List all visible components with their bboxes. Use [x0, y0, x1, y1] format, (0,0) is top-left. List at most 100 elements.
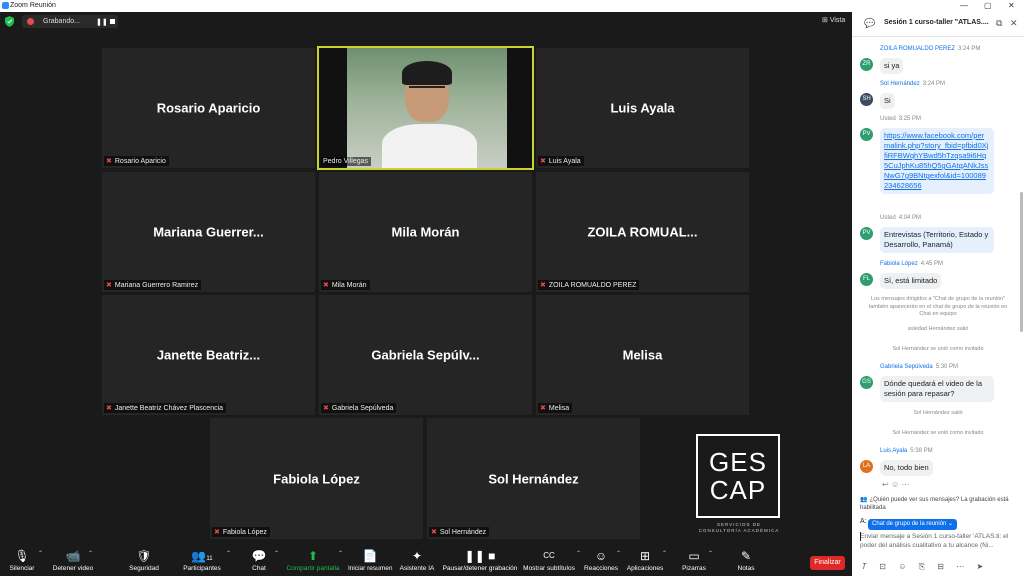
chevron-up-icon[interactable]: ⌃ — [708, 550, 713, 557]
send-icon[interactable]: ➤ — [976, 562, 983, 571]
participant-label: ✖ Gabriela Sepúlveda — [321, 403, 397, 413]
chevron-up-icon[interactable]: ⌃ — [338, 550, 343, 557]
chat-message: GS Gabriela Sepúlveda 5:30 PM Dónde queda… — [860, 364, 1010, 406]
stop-video-button[interactable]: 📹 Detener video ⌃ — [50, 544, 96, 572]
pause-recording-button[interactable]: ❚❚ — [96, 18, 108, 26]
participant-label: ✖ Mariana Guerrero Ramirez — [104, 280, 202, 290]
privacy-notice[interactable]: 👥 ¿Quién puede ver sus mensajes? La graba… — [860, 496, 1020, 512]
sparkle-icon: ✦ — [411, 549, 423, 563]
reply-icon[interactable]: ↩ — [882, 480, 889, 489]
apps-button[interactable]: ⊞ Aplicaciones ⌃ — [626, 544, 667, 572]
code-snippet-icon[interactable]: ⊡ — [879, 562, 886, 571]
chevron-up-icon[interactable]: ⌃ — [662, 550, 667, 557]
message-bubble: No, todo bien — [880, 460, 933, 476]
message-bubble: Sí, está limitado — [880, 273, 942, 289]
reactions-button[interactable]: ☺ Reacciones ⌃ — [584, 544, 621, 572]
file-icon[interactable]: ⎘ — [919, 562, 925, 571]
participant-tile[interactable]: Sol Hernández ✖ Sol Hernández — [427, 418, 640, 539]
participant-tile[interactable]: Luis Ayala ✖ Luis Ayala — [536, 48, 749, 168]
participant-tile[interactable]: Gabriela Sepúlv... ✖ Gabriela Sepúlveda — [319, 295, 532, 415]
stop-recording-button[interactable] — [110, 19, 115, 24]
notes-button[interactable]: ✎ Notas — [732, 544, 760, 572]
meeting-toolbar: 🎙 Silenciar ⌃ 📹 Detener video ⌃ 🛡 Seguridad 👥… — [0, 544, 852, 576]
recipient-label: A: — [860, 518, 867, 525]
system-notice: Sol Hernández se unió como invitado — [892, 346, 984, 352]
chat-button[interactable]: 💬 Chat ⌃ — [244, 544, 280, 572]
chat-scrollbar[interactable] — [1020, 192, 1023, 332]
apps-icon: ⊞ — [639, 549, 651, 563]
summary-icon: 📄 — [362, 549, 378, 563]
whiteboard-icon: ▭ — [688, 549, 700, 563]
participant-tile[interactable]: ZOILA ROMUAL... ✖ ZOILA ROMUALDO PEREZ — [536, 172, 749, 292]
minimize-button[interactable]: — — [960, 1, 968, 10]
chevron-up-icon[interactable]: ⌃ — [38, 550, 43, 557]
participants-button[interactable]: 👥11 Participantes ⌃ — [178, 544, 231, 572]
participant-label-text: Luis Ayala — [548, 158, 581, 165]
muted-mic-icon: ✖ — [106, 158, 112, 165]
chevron-up-icon[interactable]: ⌃ — [226, 550, 231, 557]
mute-button[interactable]: 🎙 Silenciar ⌃ — [4, 544, 44, 572]
maximize-button[interactable]: ▢ — [984, 1, 992, 10]
sender-name: Fabiola López — [880, 261, 918, 267]
security-shield-icon[interactable] — [5, 16, 14, 27]
view-button[interactable]: ⊞ Vista — [822, 16, 845, 24]
start-summary-button[interactable]: 📄 Iniciar resumen — [348, 544, 392, 572]
text-caret — [860, 532, 861, 541]
share-screen-button[interactable]: ⬆ Compartir pantalla ⌃ — [286, 544, 343, 572]
participant-tile[interactable]: Mariana Guerrer... ✖ Mariana Guerrero Ram… — [102, 172, 315, 292]
format-icon[interactable]: 𝑇 — [862, 562, 867, 571]
avatar: PV — [860, 227, 873, 240]
emoji-icon[interactable]: ☺ — [898, 562, 906, 571]
chevron-up-icon[interactable]: ⌃ — [616, 550, 621, 557]
participant-label: ✖ Fabiola López — [212, 527, 270, 537]
participant-tile[interactable]: Rosario Aparicio ✖ Rosario Aparicio — [102, 48, 315, 168]
close-window-button[interactable]: ✕ — [1008, 1, 1015, 10]
gescap-logo: GES CAP — [696, 434, 780, 518]
sender-line: Luis Ayala 5:38 PM — [880, 448, 933, 454]
participants-icon: 👥11 — [191, 549, 213, 563]
participant-tile[interactable]: Janette Beatriz... ✖ Janette Beatriz Cháv… — [102, 295, 315, 415]
message-link[interactable]: https://www.facebook.com/permalink.php?s… — [880, 128, 994, 194]
chat-input[interactable]: Enviar mensaje a Sesión 1 curso-taller '… — [860, 532, 1020, 554]
ai-assistant-button[interactable]: ✦ Asistente IA — [398, 544, 436, 572]
participant-tile-active-speaker[interactable]: Pedro Villegas — [317, 46, 534, 170]
chevron-up-icon[interactable]: ⌃ — [274, 550, 279, 557]
meeting-topbar: Grabando... ❚❚ ⊞ Vista — [0, 12, 852, 32]
notes-icon: ✎ — [740, 549, 752, 563]
popout-icon[interactable]: ⧉ — [996, 18, 1002, 29]
recording-indicator: Grabando... ❚❚ — [22, 15, 118, 28]
recipient-dropdown[interactable]: Chat de grupo de la reunión ⌄ — [868, 519, 958, 530]
security-button[interactable]: 🛡 Seguridad — [126, 544, 162, 572]
add-reaction-icon[interactable]: ☺ — [891, 480, 899, 489]
message-actions: ↩ ☺ ⋯ — [882, 480, 909, 489]
chevron-up-icon[interactable]: ⌃ — [576, 550, 581, 557]
participant-display-name: Fabiola López — [273, 471, 360, 486]
participant-label-text: Rosario Aparicio — [114, 158, 166, 165]
muted-mic-icon: ✖ — [323, 282, 329, 289]
captions-button[interactable]: CC Mostrar subtítulos ⌃ — [522, 544, 581, 572]
whiteboards-button[interactable]: ▭ Pizarras ⌃ — [680, 544, 713, 572]
sender-name: ZOILA ROMUALDO PEREZ — [880, 46, 956, 52]
sender-line: Gabriela Sepúlveda 5:30 PM — [880, 364, 958, 370]
people-icon: 👥 — [860, 497, 868, 503]
security-label: Seguridad — [129, 565, 159, 572]
system-notice: soledad Hernández salió — [907, 326, 969, 332]
screenshot-icon[interactable]: ⊟ — [937, 562, 944, 571]
participant-tile[interactable]: Fabiola López ✖ Fabiola López — [210, 418, 423, 539]
more-options-icon[interactable]: ⋯ — [901, 480, 909, 489]
close-chat-icon[interactable]: ✕ — [1010, 18, 1018, 29]
pause-stop-recording-button[interactable]: ❚❚ ■ Pausar/detener grabación — [442, 544, 518, 572]
chevron-up-icon[interactable]: ⌃ — [88, 550, 93, 557]
participant-tile[interactable]: Mila Morán ✖ Mila Morán — [319, 172, 532, 292]
participant-tile[interactable]: Melisa ✖ Melisa — [536, 295, 749, 415]
muted-mic-icon: ✖ — [540, 282, 546, 289]
muted-mic-icon: ✖ — [214, 529, 220, 536]
participant-display-name: Mariana Guerrer... — [153, 224, 264, 240]
more-icon[interactable]: ⋯ — [956, 562, 964, 571]
apps-label: Aplicaciones — [626, 565, 664, 572]
chat-bubble-icon: 💬 — [864, 18, 876, 28]
captions-label: Mostrar subtítulos — [523, 565, 575, 572]
end-meeting-button[interactable]: Finalizar — [810, 556, 845, 570]
participant-label-text: Gabriela Sepúlveda — [331, 405, 394, 412]
muted-mic-icon: ✖ — [106, 405, 112, 412]
